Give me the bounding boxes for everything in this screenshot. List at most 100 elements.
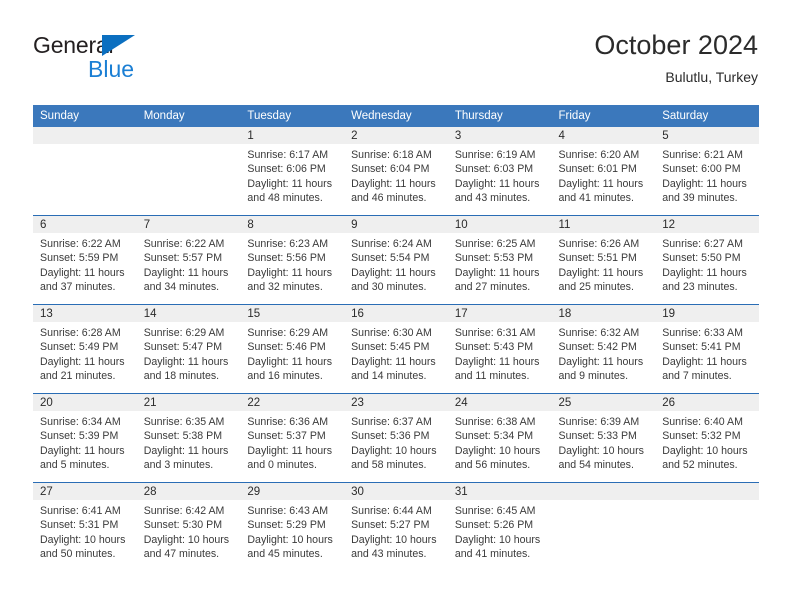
calendar-cell: [551, 482, 656, 571]
calendar-day[interactable]: 9 Sunrise: 6:24 AM Sunset: 5:54 PM Daylight…: [344, 216, 448, 304]
calendar-day[interactable]: 19 Sunrise: 6:33 AM Sunset: 5:41 PM Dayligh…: [655, 305, 759, 393]
calendar-day[interactable]: 21 Sunrise: 6:35 AM Sunset: 5:38 PM Dayligh…: [136, 394, 241, 482]
calendar-cell: 10 Sunrise: 6:25 AM Sunset: 5:53 PM Dayligh…: [447, 215, 552, 305]
daylight-text: Daylight: 11 hours and 14 minutes.: [351, 355, 436, 382]
sunrise-text: Sunrise: 6:22 AM: [40, 238, 121, 250]
sunrise-text: Sunrise: 6:31 AM: [454, 327, 536, 339]
sunset-text: Sunset: 5:43 PM: [454, 341, 534, 354]
calendar-day[interactable]: 12 Sunrise: 6:27 AM Sunset: 5:50 PM Dayligh…: [655, 216, 759, 304]
calendar-day[interactable]: 10 Sunrise: 6:25 AM Sunset: 5:53 PM Dayligh…: [447, 216, 552, 304]
calendar-page: General Blue October 2024 Bulutlu, Turke…: [0, 0, 792, 612]
day-details: Sunrise: 6:30 AM Sunset: 5:45 PM Daylight:…: [344, 322, 448, 383]
calendar-day[interactable]: 1 Sunrise: 6:17 AM Sunset: 6:06 PM Daylight…: [240, 127, 345, 215]
calendar-cell: 4 Sunrise: 6:20 AM Sunset: 6:01 PM Daylight…: [551, 127, 656, 216]
calendar-week-row: 6 Sunrise: 6:22 AM Sunset: 5:59 PM Daylight…: [33, 215, 759, 305]
calendar-day[interactable]: 15 Sunrise: 6:29 AM Sunset: 5:46 PM Dayligh…: [240, 305, 345, 393]
daylight-text: Daylight: 11 hours and 21 minutes.: [40, 355, 125, 382]
calendar-cell: 21 Sunrise: 6:35 AM Sunset: 5:38 PM Dayligh…: [136, 393, 241, 483]
calendar-day[interactable]: 26 Sunrise: 6:40 AM Sunset: 5:32 PM Dayligh…: [655, 394, 759, 482]
sunrise-text: Sunrise: 6:40 AM: [662, 416, 743, 428]
daylight-text: Daylight: 10 hours and 45 minutes.: [247, 533, 333, 560]
sunset-text: Sunset: 5:31 PM: [40, 519, 119, 532]
calendar-cell: 30 Sunrise: 6:44 AM Sunset: 5:27 PM Dayligh…: [344, 482, 448, 571]
daylight-text: Daylight: 11 hours and 0 minutes.: [247, 444, 333, 471]
calendar-day[interactable]: 27 Sunrise: 6:41 AM Sunset: 5:31 PM Dayligh…: [33, 483, 137, 571]
day-details: Sunrise: 6:24 AM Sunset: 5:54 PM Daylight:…: [344, 233, 448, 294]
sunrise-text: Sunrise: 6:28 AM: [40, 327, 121, 339]
weekday-header-monday: Monday: [136, 105, 241, 127]
daylight-text: Daylight: 11 hours and 23 minutes.: [662, 266, 747, 293]
daylight-text: Daylight: 11 hours and 43 minutes.: [454, 177, 540, 204]
calendar-day[interactable]: 11 Sunrise: 6:26 AM Sunset: 5:51 PM Dayligh…: [551, 216, 656, 304]
day-number: 19: [655, 305, 759, 322]
calendar-day[interactable]: 23 Sunrise: 6:37 AM Sunset: 5:36 PM Dayligh…: [344, 394, 448, 482]
sunrise-text: Sunrise: 6:23 AM: [247, 238, 329, 250]
calendar-cell: 12 Sunrise: 6:27 AM Sunset: 5:50 PM Dayligh…: [655, 215, 759, 305]
daylight-text: Daylight: 11 hours and 16 minutes.: [247, 355, 333, 382]
calendar-day[interactable]: 7 Sunrise: 6:22 AM Sunset: 5:57 PM Daylight…: [136, 216, 241, 304]
sunset-text: Sunset: 5:27 PM: [351, 519, 430, 532]
sunrise-text: Sunrise: 6:38 AM: [454, 416, 536, 428]
sunrise-text: Sunrise: 6:45 AM: [454, 505, 536, 517]
sunrise-text: Sunrise: 6:34 AM: [40, 416, 121, 428]
calendar-day[interactable]: 2 Sunrise: 6:18 AM Sunset: 6:04 PM Daylight…: [344, 127, 448, 215]
calendar-day[interactable]: 25 Sunrise: 6:39 AM Sunset: 5:33 PM Dayligh…: [551, 394, 656, 482]
calendar-day[interactable]: 6 Sunrise: 6:22 AM Sunset: 5:59 PM Daylight…: [33, 216, 137, 304]
day-details: Sunrise: 6:25 AM Sunset: 5:53 PM Daylight:…: [448, 233, 552, 294]
calendar-cell: 15 Sunrise: 6:29 AM Sunset: 5:46 PM Dayligh…: [240, 304, 345, 394]
calendar-day[interactable]: 13 Sunrise: 6:28 AM Sunset: 5:49 PM Dayligh…: [33, 305, 137, 393]
calendar-day[interactable]: 20 Sunrise: 6:34 AM Sunset: 5:39 PM Dayligh…: [33, 394, 137, 482]
sunset-text: Sunset: 5:49 PM: [40, 341, 119, 354]
sunset-text: Sunset: 5:26 PM: [454, 519, 534, 532]
day-details: Sunrise: 6:17 AM Sunset: 6:06 PM Daylight:…: [240, 144, 344, 205]
sunrise-text: Sunrise: 6:25 AM: [454, 238, 536, 250]
calendar-day[interactable]: 8 Sunrise: 6:23 AM Sunset: 5:56 PM Daylight…: [240, 216, 345, 304]
sunset-text: Sunset: 5:45 PM: [351, 341, 430, 354]
day-details: Sunrise: 6:31 AM Sunset: 5:43 PM Daylight:…: [448, 322, 552, 383]
sunrise-text: Sunrise: 6:22 AM: [143, 238, 225, 250]
sunrise-text: Sunrise: 6:26 AM: [558, 238, 640, 250]
calendar-day[interactable]: 29 Sunrise: 6:43 AM Sunset: 5:29 PM Dayligh…: [240, 483, 345, 571]
calendar-week-row: 1 Sunrise: 6:17 AM Sunset: 6:06 PM Daylight…: [33, 127, 759, 216]
daylight-text: Daylight: 11 hours and 39 minutes.: [662, 177, 747, 204]
day-details: Sunrise: 6:45 AM Sunset: 5:26 PM Daylight:…: [448, 500, 552, 561]
day-details: Sunrise: 6:40 AM Sunset: 5:32 PM Daylight:…: [655, 411, 759, 472]
calendar-day[interactable]: 5 Sunrise: 6:21 AM Sunset: 6:00 PM Daylight…: [655, 127, 759, 215]
daylight-text: Daylight: 10 hours and 54 minutes.: [558, 444, 644, 471]
daylight-text: Daylight: 10 hours and 58 minutes.: [351, 444, 437, 471]
sunrise-text: Sunrise: 6:18 AM: [351, 149, 432, 161]
calendar-day-empty: [655, 483, 759, 571]
sunset-text: Sunset: 6:01 PM: [558, 163, 637, 176]
calendar-day[interactable]: 30 Sunrise: 6:44 AM Sunset: 5:27 PM Dayligh…: [344, 483, 448, 571]
day-number: 29: [240, 483, 345, 500]
calendar-cell: 14 Sunrise: 6:29 AM Sunset: 5:47 PM Dayligh…: [136, 304, 241, 394]
calendar-week-row: 27 Sunrise: 6:41 AM Sunset: 5:31 PM Dayligh…: [33, 482, 759, 571]
calendar-week-row: 20 Sunrise: 6:34 AM Sunset: 5:39 PM Dayligh…: [33, 393, 759, 483]
day-details: Sunrise: 6:37 AM Sunset: 5:36 PM Daylight:…: [344, 411, 448, 472]
sunrise-text: Sunrise: 6:42 AM: [143, 505, 225, 517]
calendar-cell: 1 Sunrise: 6:17 AM Sunset: 6:06 PM Daylight…: [240, 127, 345, 216]
daylight-text: Daylight: 10 hours and 50 minutes.: [40, 533, 126, 560]
calendar-day[interactable]: 4 Sunrise: 6:20 AM Sunset: 6:01 PM Daylight…: [551, 127, 656, 215]
sunrise-text: Sunrise: 6:36 AM: [247, 416, 329, 428]
day-number: 1: [240, 127, 345, 144]
calendar-day[interactable]: 3 Sunrise: 6:19 AM Sunset: 6:03 PM Daylight…: [447, 127, 552, 215]
calendar-day[interactable]: 24 Sunrise: 6:38 AM Sunset: 5:34 PM Dayligh…: [447, 394, 552, 482]
day-details: Sunrise: 6:38 AM Sunset: 5:34 PM Daylight:…: [448, 411, 552, 472]
day-number: 14: [136, 305, 241, 322]
day-details: Sunrise: 6:19 AM Sunset: 6:03 PM Daylight:…: [448, 144, 552, 205]
calendar-day[interactable]: 14 Sunrise: 6:29 AM Sunset: 5:47 PM Dayligh…: [136, 305, 241, 393]
calendar-day[interactable]: 16 Sunrise: 6:30 AM Sunset: 5:45 PM Dayligh…: [344, 305, 448, 393]
calendar-day[interactable]: 22 Sunrise: 6:36 AM Sunset: 5:37 PM Dayligh…: [240, 394, 345, 482]
calendar-day[interactable]: 28 Sunrise: 6:42 AM Sunset: 5:30 PM Dayligh…: [136, 483, 241, 571]
calendar-day[interactable]: 18 Sunrise: 6:32 AM Sunset: 5:42 PM Dayligh…: [551, 305, 656, 393]
sunrise-text: Sunrise: 6:44 AM: [351, 505, 432, 517]
weekday-header-wednesday: Wednesday: [344, 105, 448, 127]
calendar-day[interactable]: 17 Sunrise: 6:31 AM Sunset: 5:43 PM Dayligh…: [447, 305, 552, 393]
daylight-text: Daylight: 11 hours and 9 minutes.: [558, 355, 644, 382]
sunset-text: Sunset: 5:50 PM: [662, 252, 741, 265]
day-details: Sunrise: 6:22 AM Sunset: 5:59 PM Daylight:…: [33, 233, 137, 294]
calendar-day[interactable]: 31 Sunrise: 6:45 AM Sunset: 5:26 PM Dayligh…: [447, 483, 552, 571]
day-number: 23: [344, 394, 448, 411]
day-number: 2: [344, 127, 448, 144]
